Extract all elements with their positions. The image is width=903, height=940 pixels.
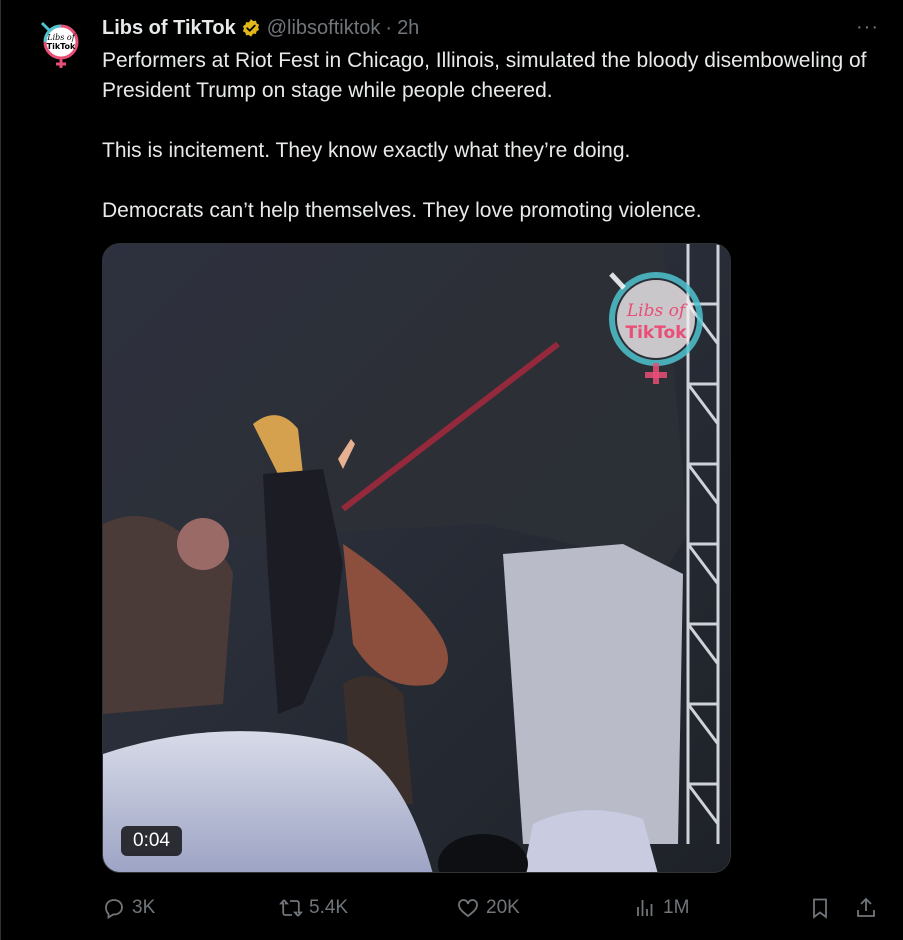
tweet-text: Performers at Riot Fest in Chicago, Illi… [102,46,882,256]
share-button[interactable] [854,892,878,924]
like-count: 20K [486,897,520,918]
post-time[interactable]: 2h [397,17,419,40]
user-handle[interactable]: @libsoftiktok [267,17,381,40]
repost-button[interactable]: 5.4K [279,892,348,924]
bookmark-icon [813,898,827,919]
avatar[interactable]: Libs of TikTok [30,14,90,74]
tweet-paragraph-3: Democrats can’t help themselves. They lo… [102,199,702,222]
more-options-icon[interactable]: ··· [856,16,879,39]
heart-icon [458,899,478,918]
separator-dot: · [385,16,393,39]
video-frame: Libs of TikTok [103,244,730,872]
reply-icon [105,899,123,920]
tweet-paragraph-2: This is incitement. They know exactly wh… [102,139,631,162]
repost-count: 5.4K [309,897,349,918]
bookmark-button[interactable] [808,892,832,924]
verified-badge-icon[interactable] [241,18,261,38]
action-bar: 3K 5.4K 20K 1M [102,892,887,924]
view-count: 1M [663,897,690,918]
tweet-paragraph-1: Performers at Riot Fest in Chicago, Illi… [102,49,867,102]
views-button[interactable]: 1M [633,892,689,924]
video-duration: 0:04 [121,826,182,856]
like-button[interactable]: 20K [456,892,520,924]
views-chart-icon [637,900,653,916]
tweet-card: Libs of TikTok Libs of TikTok @libsoftik… [0,0,903,940]
reply-count: 3K [132,897,156,918]
svg-text:Libs of: Libs of [626,301,688,321]
share-icon [857,897,875,917]
repost-icon [279,899,303,917]
video-player[interactable]: Libs of TikTok 0:04 [102,243,731,873]
display-name[interactable]: Libs of TikTok [102,17,236,40]
svg-text:TikTok: TikTok [625,323,687,343]
tweet-header: Libs of TikTok @libsoftiktok · 2h [102,15,419,41]
reply-button[interactable]: 3K [102,892,155,924]
svg-text:Libs of: Libs of [46,33,76,42]
svg-text:TikTok: TikTok [47,42,76,51]
